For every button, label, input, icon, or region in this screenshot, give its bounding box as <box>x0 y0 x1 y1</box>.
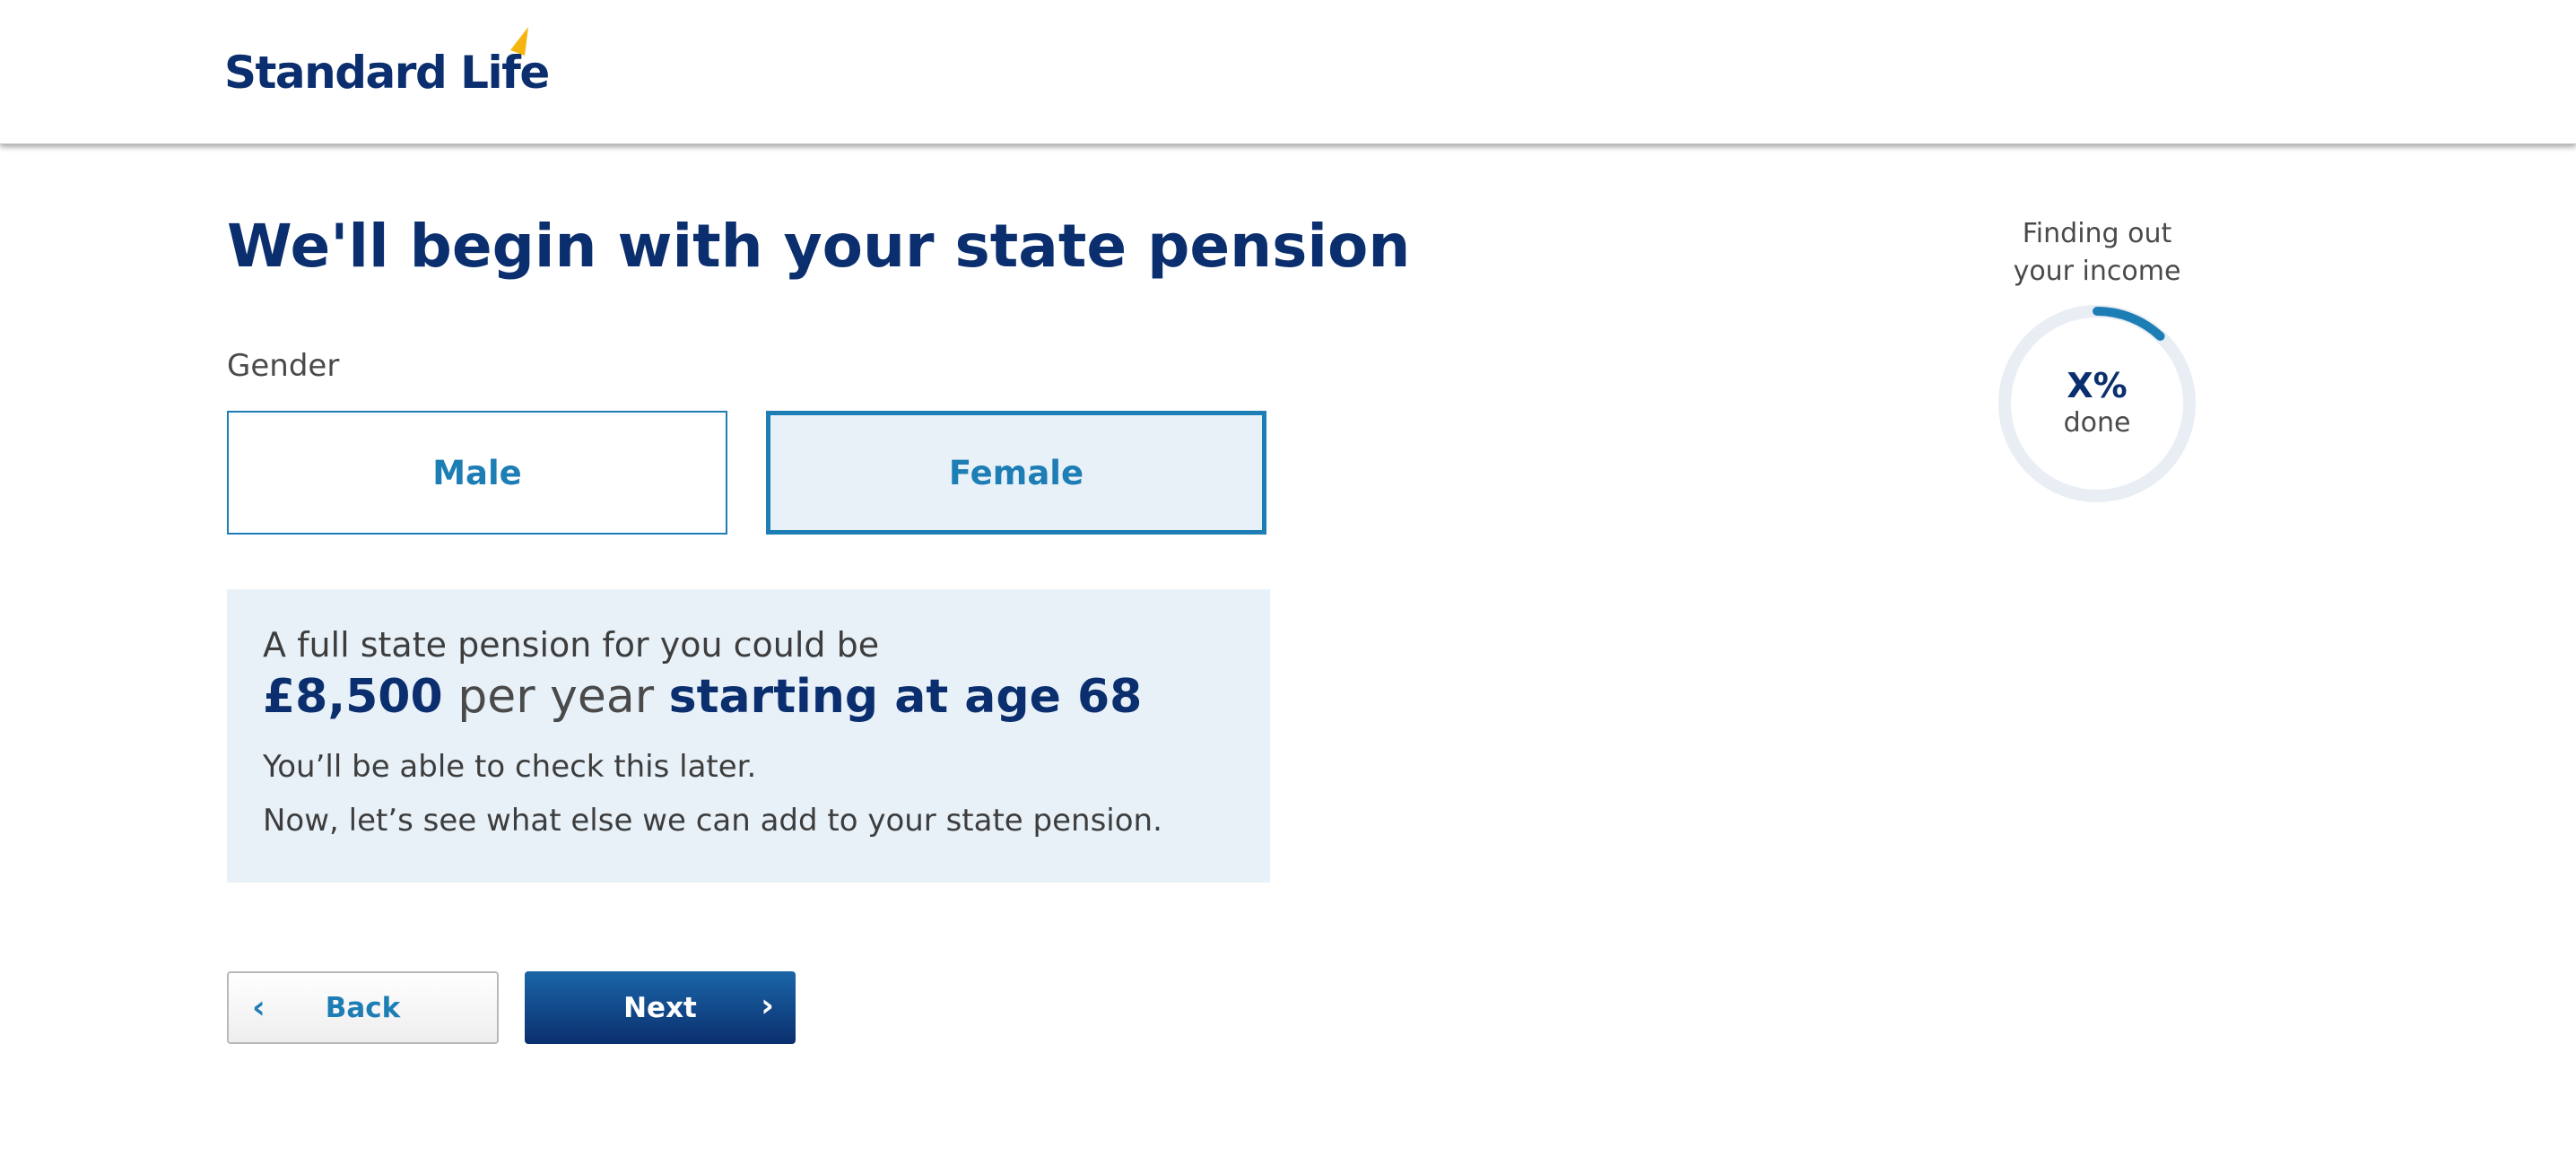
pension-amount: £8,500 <box>263 670 443 724</box>
pension-note-check-later: You’ll be able to check this later. <box>263 749 757 785</box>
gender-label: Gender <box>227 348 340 384</box>
back-button[interactable]: ‹ Back <box>227 971 499 1044</box>
progress-caption-line2: your income <box>2013 256 2181 287</box>
chevron-left-icon: ‹ <box>252 989 265 1026</box>
site-header: Standard Life <box>0 0 2576 144</box>
progress-widget: Finding out your income X% done <box>1973 215 2221 502</box>
progress-ring-label: X% done <box>1995 301 2199 506</box>
pension-frequency: per year <box>457 670 655 724</box>
logo-tick-icon <box>510 27 528 56</box>
logo-text: Standard Life <box>224 47 550 99</box>
pension-start-age: starting at age 68 <box>668 670 1143 724</box>
chevron-right-icon: › <box>761 987 774 1024</box>
progress-caption-line1: Finding out <box>2022 218 2172 249</box>
gender-option-male[interactable]: Male <box>227 411 727 535</box>
state-pension-info-panel: A full state pension for you could be £8… <box>227 589 1270 883</box>
gender-option-female[interactable]: Female <box>766 411 1266 535</box>
next-button-label: Next <box>623 991 697 1024</box>
pension-note-add-more: Now, let’s see what else we can add to y… <box>263 803 1162 839</box>
back-button-label: Back <box>325 991 401 1024</box>
pension-intro-text: A full state pension for you could be <box>263 625 880 665</box>
page-title: We'll begin with your state pension <box>227 212 1411 281</box>
progress-percent: X% <box>2067 366 2128 405</box>
next-button[interactable]: Next › <box>525 971 796 1044</box>
pension-amount-line: £8,500 per year starting at age 68 <box>263 670 1270 724</box>
progress-done-text: done <box>2063 407 2131 439</box>
